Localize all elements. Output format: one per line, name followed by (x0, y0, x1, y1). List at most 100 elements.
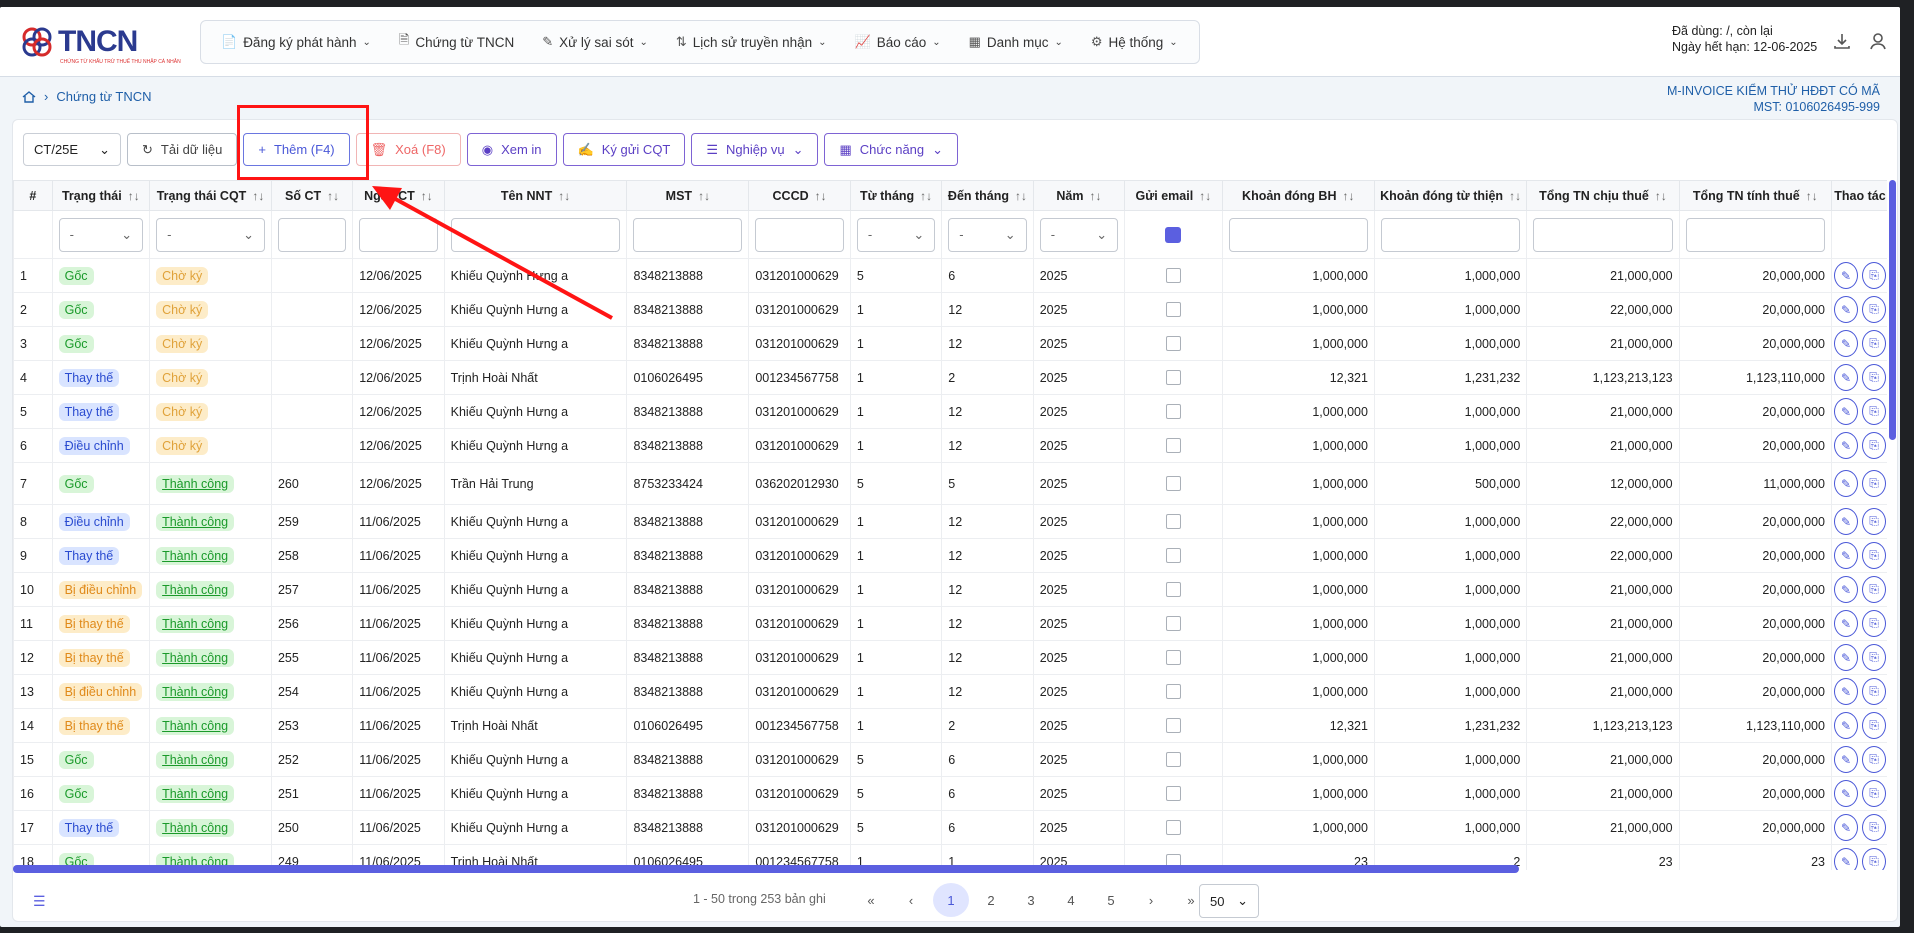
sort-icon[interactable]: ↑↓ (252, 189, 264, 203)
email-checkbox[interactable] (1165, 514, 1181, 529)
copy-icon[interactable]: ⎘ (1861, 712, 1886, 739)
delete-button[interactable]: 🗑 Xoá (F8) (355, 133, 461, 166)
email-checkbox[interactable] (1165, 820, 1181, 835)
email-checkbox[interactable] (1165, 786, 1181, 801)
page-button-1[interactable]: 1 (933, 883, 969, 917)
email-checkbox[interactable] (1165, 718, 1181, 733)
page-size-select[interactable]: 50 ⌄ (1199, 884, 1259, 918)
sort-icon[interactable]: ↑↓ (1806, 189, 1818, 203)
filter-input[interactable] (633, 217, 743, 252)
filter-input[interactable] (1685, 217, 1825, 252)
sort-icon[interactable]: ↑↓ (920, 189, 932, 203)
edit-icon[interactable]: ✎ (1833, 470, 1858, 497)
filter-input[interactable] (1533, 217, 1673, 252)
copy-icon[interactable]: ⎘ (1861, 848, 1886, 870)
vertical-scrollbar[interactable] (1889, 180, 1896, 440)
copy-icon[interactable]: ⎘ (1861, 432, 1886, 459)
email-checkbox[interactable] (1165, 476, 1181, 491)
sort-icon[interactable]: ↑↓ (1509, 189, 1521, 203)
column-header[interactable]: Năm ↑↓ (1032, 180, 1126, 211)
sort-icon[interactable]: ↑↓ (1199, 189, 1211, 203)
nav-item-4[interactable]: 📈 Báo cáo ⌄ (855, 34, 941, 50)
series-select[interactable]: CT/25E ⌄ (23, 133, 121, 166)
email-checkbox[interactable] (1165, 370, 1181, 385)
table-row[interactable]: 16 Gốc Thành công 251 11/06/2025 Khiếu Quỳnh … (13, 776, 1887, 811)
email-checkbox[interactable] (1165, 268, 1181, 283)
email-checkbox[interactable] (1165, 752, 1181, 767)
filter-input[interactable] (1380, 217, 1521, 252)
cqt-status-badge[interactable]: Thành công (156, 614, 235, 633)
functions-menu-button[interactable]: ▦ Chức năng ⌄ (824, 133, 959, 166)
copy-icon[interactable]: ⎘ (1861, 610, 1886, 637)
edit-icon[interactable]: ✎ (1833, 296, 1858, 323)
home-icon[interactable] (22, 90, 36, 104)
edit-icon[interactable]: ✎ (1833, 330, 1858, 357)
sort-icon[interactable]: ↑↓ (128, 189, 140, 203)
table-row[interactable]: 1 Gốc Chờ ký 12/06/2025 Khiếu Quỳnh Hưng a 83… (13, 258, 1887, 293)
cqt-status-badge[interactable]: Thành công (156, 474, 235, 493)
copy-icon[interactable]: ⎘ (1861, 542, 1886, 569)
filter-select[interactable]: - ⌄ (58, 217, 144, 252)
edit-icon[interactable]: ✎ (1833, 780, 1858, 807)
prev-page-button[interactable]: ‹ (893, 883, 929, 917)
page-button-2[interactable]: 2 (973, 883, 1009, 917)
table-row[interactable]: 5 Thay thế Chờ ký 12/06/2025 Khiếu Quỳnh Hưn… (13, 394, 1887, 429)
column-header[interactable]: Số CT ↑↓ (270, 180, 354, 211)
column-header[interactable]: Gửi email ↑↓ (1124, 180, 1223, 211)
table-row[interactable]: 4 Thay thế Chờ ký 12/06/2025 Trịnh Hoài Nhất… (13, 360, 1887, 395)
filter-input[interactable] (277, 217, 347, 252)
cqt-status-badge[interactable]: Thành công (156, 818, 235, 837)
edit-icon[interactable]: ✎ (1833, 432, 1858, 459)
copy-icon[interactable]: ⎘ (1861, 296, 1886, 323)
horizontal-scrollbar[interactable] (13, 865, 1519, 873)
column-header[interactable]: Tổng TN tính thuế ↑↓ (1678, 180, 1832, 211)
nav-item-5[interactable]: ▦ Danh mục ⌄ (969, 34, 1063, 50)
logo[interactable]: TNCN CHỨNG TỪ KHẤU TRỪ THUẾ THU NHẬP CÁ … (20, 25, 181, 65)
user-icon[interactable] (1868, 31, 1888, 57)
column-header[interactable]: Đến tháng ↑↓ (941, 180, 1034, 211)
sort-icon[interactable]: ↑↓ (1015, 189, 1027, 203)
nav-item-3[interactable]: ⇅ Lịch sử truyền nhận ⌄ (676, 34, 827, 50)
edit-icon[interactable]: ✎ (1833, 746, 1858, 773)
copy-icon[interactable]: ⎘ (1861, 678, 1886, 705)
email-checkbox[interactable] (1165, 684, 1181, 699)
column-header[interactable]: # (13, 180, 53, 211)
copy-icon[interactable]: ⎘ (1861, 508, 1886, 535)
email-checkbox[interactable] (1165, 548, 1181, 563)
reload-button[interactable]: ↻ Tải dữ liệu (127, 133, 238, 166)
edit-icon[interactable]: ✎ (1833, 398, 1858, 425)
table-row[interactable]: 11 Bị thay thế Thành công 256 11/06/2025 Khiế… (13, 606, 1887, 641)
filter-input[interactable] (755, 217, 844, 252)
column-header[interactable]: Thao tác (1830, 180, 1887, 211)
nav-item-0[interactable]: 📄 Đăng ký phát hành ⌄ (221, 34, 371, 50)
table-row[interactable]: 2 Gốc Chờ ký 12/06/2025 Khiếu Quỳnh Hưng a 83… (13, 292, 1887, 327)
nav-item-6[interactable]: ⚙ Hệ thống ⌄ (1091, 34, 1178, 50)
copy-icon[interactable]: ⎘ (1861, 746, 1886, 773)
filter-input[interactable] (1228, 217, 1368, 252)
email-checkbox[interactable] (1165, 616, 1181, 631)
email-checkbox[interactable] (1165, 650, 1181, 665)
email-checkbox[interactable] (1165, 438, 1181, 453)
table-row[interactable]: 15 Gốc Thành công 252 11/06/2025 Khiếu Quỳnh … (13, 742, 1887, 777)
cqt-status-badge[interactable]: Thành công (156, 648, 235, 667)
copy-icon[interactable]: ⎘ (1861, 576, 1886, 603)
email-checkbox[interactable] (1165, 336, 1181, 351)
column-header[interactable]: Ngày CT ↑↓ (352, 180, 445, 211)
sort-icon[interactable]: ↑↓ (698, 189, 710, 203)
next-page-button[interactable]: › (1133, 883, 1169, 917)
email-checkbox[interactable] (1165, 302, 1181, 317)
table-row[interactable]: 17 Thay thế Thành công 250 11/06/2025 Khiếu Q… (13, 810, 1887, 845)
sign-send-button[interactable]: ✍ Ký gửi CQT (562, 133, 686, 166)
sort-icon[interactable]: ↑↓ (327, 189, 339, 203)
table-row[interactable]: 9 Thay thế Thành công 258 11/06/2025 Khiếu Qu… (13, 538, 1887, 573)
sort-icon[interactable]: ↑↓ (1089, 189, 1101, 203)
copy-icon[interactable]: ⎘ (1861, 814, 1886, 841)
table-row[interactable]: 8 Điều chỉnh Thành công 259 11/06/2025 Khiếu … (13, 504, 1887, 539)
column-header[interactable]: Tổng TN chịu thuế ↑↓ (1526, 180, 1680, 211)
list-icon[interactable]: ☰ (33, 893, 46, 910)
copy-icon[interactable]: ⎘ (1861, 262, 1886, 289)
edit-icon[interactable]: ✎ (1833, 364, 1858, 391)
filter-select[interactable]: - ⌄ (156, 217, 265, 252)
table-row[interactable]: 6 Điều chỉnh Chờ ký 12/06/2025 Khiếu Quỳnh H… (13, 428, 1887, 463)
email-checkbox[interactable] (1165, 582, 1181, 597)
